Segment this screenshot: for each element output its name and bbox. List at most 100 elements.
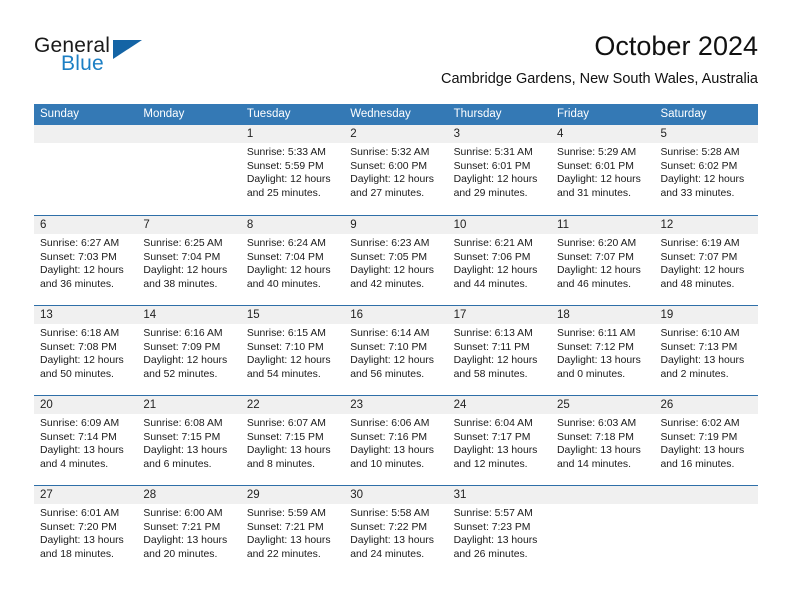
- daylight-line-1: Daylight: 13 hours: [557, 355, 641, 367]
- weekday-header-friday: Friday: [557, 108, 589, 120]
- calendar-day-cell[interactable]: 6 Sunrise: 6:27 AM Sunset: 7:03 PM Daylight…: [34, 216, 138, 305]
- daylight-line-2: and 46 minutes.: [557, 278, 631, 290]
- calendar-day-cell[interactable]: 19 Sunrise: 6:10 AM Sunset: 7:13 PM Dayligh…: [654, 306, 758, 395]
- sunset-line: Sunset: 7:15 PM: [246, 431, 324, 443]
- sunrise-line: Sunrise: 6:10 AM: [660, 328, 740, 339]
- sunrise-line: Sunrise: 6:08 AM: [143, 418, 223, 429]
- daylight-line-1: Daylight: 13 hours: [660, 445, 745, 457]
- calendar-day-cell[interactable]: 24 Sunrise: 6:04 AM Sunset: 7:17 PM Dayligh…: [447, 396, 552, 485]
- calendar-day-cell[interactable]: 17 Sunrise: 6:13 AM Sunset: 7:11 PM Dayligh…: [447, 306, 552, 395]
- calendar-day-cell[interactable]: 21 Sunrise: 6:08 AM Sunset: 7:15 PM Dayligh…: [137, 396, 241, 485]
- day-number: 21: [137, 396, 241, 414]
- calendar-day-cell[interactable]: 20 Sunrise: 6:09 AM Sunset: 7:14 PM Dayligh…: [34, 396, 138, 485]
- daylight-line-2: and 26 minutes.: [453, 548, 528, 560]
- calendar-day-cell[interactable]: 26 Sunrise: 6:02 AM Sunset: 7:19 PM Dayligh…: [654, 396, 758, 485]
- sunrise-line: Sunrise: 5:57 AM: [453, 508, 533, 519]
- sunset-line: Sunset: 7:19 PM: [660, 431, 738, 443]
- calendar-day-cell[interactable]: 10 Sunrise: 6:21 AM Sunset: 7:06 PM Dayligh…: [447, 216, 552, 305]
- day-number: 19: [654, 306, 758, 324]
- weekday-header-monday: Monday: [143, 108, 185, 120]
- daylight-line-2: and 36 minutes.: [40, 278, 114, 290]
- daylight-line-2: and 10 minutes.: [350, 458, 425, 470]
- daylight-line-2: and 6 minutes.: [143, 458, 212, 470]
- daylight-line-1: Daylight: 12 hours: [246, 174, 331, 186]
- calendar-day-cell-empty: [137, 125, 241, 215]
- sunrise-line: Sunrise: 5:59 AM: [246, 508, 326, 519]
- calendar-day-cell[interactable]: 27 Sunrise: 6:01 AM Sunset: 7:20 PM Dayligh…: [34, 486, 138, 575]
- calendar-day-cell[interactable]: 9 Sunrise: 6:23 AM Sunset: 7:05 PM Daylight…: [344, 216, 448, 305]
- calendar-day-cell[interactable]: 2 Sunrise: 5:32 AM Sunset: 6:00 PM Daylight…: [344, 125, 448, 215]
- calendar-day-cell[interactable]: 7 Sunrise: 6:25 AM Sunset: 7:04 PM Daylight…: [137, 216, 241, 305]
- daylight-line-1: Daylight: 13 hours: [143, 535, 228, 547]
- sunrise-line: Sunrise: 6:02 AM: [660, 418, 740, 429]
- daylight-line-1: Daylight: 12 hours: [453, 174, 538, 186]
- day-sun-info: Sunrise: 6:15 AM Sunset: 7:10 PM Daylight:…: [241, 324, 344, 381]
- logo-text-blue: Blue: [61, 52, 104, 75]
- sunrise-line: Sunrise: 6:09 AM: [40, 418, 120, 429]
- calendar-day-cell[interactable]: 3 Sunrise: 5:31 AM Sunset: 6:01 PM Daylight…: [447, 125, 552, 215]
- day-sun-info: Sunrise: 6:16 AM Sunset: 7:09 PM Daylight:…: [137, 324, 240, 381]
- calendar-day-cell[interactable]: 15 Sunrise: 6:15 AM Sunset: 7:10 PM Dayligh…: [240, 306, 345, 395]
- calendar-day-cell[interactable]: 1 Sunrise: 5:33 AM Sunset: 5:59 PM Daylight…: [240, 125, 345, 215]
- sunrise-line: Sunrise: 6:20 AM: [557, 238, 637, 249]
- weekday-header-wednesday: Wednesday: [350, 108, 411, 120]
- general-blue-logo[interactable]: General Blue: [34, 34, 184, 80]
- calendar-week-row: 6 Sunrise: 6:27 AM Sunset: 7:03 PM Daylight…: [34, 215, 758, 305]
- calendar-day-cell[interactable]: 16 Sunrise: 6:14 AM Sunset: 7:10 PM Dayligh…: [344, 306, 448, 395]
- calendar-table: Sunday Monday Tuesday Wednesday Thursday Frid…: [34, 104, 758, 575]
- calendar-day-cell[interactable]: 11 Sunrise: 6:20 AM Sunset: 7:07 PM Dayligh…: [551, 216, 655, 305]
- day-sun-info: Sunrise: 6:02 AM Sunset: 7:19 PM Daylight:…: [654, 414, 757, 471]
- day-sun-info: Sunrise: 5:29 AM Sunset: 6:01 PM Daylight:…: [551, 143, 654, 200]
- weekday-header-saturday: Saturday: [660, 108, 707, 120]
- day-number: 16: [344, 306, 448, 324]
- day-number: 6: [34, 216, 138, 234]
- calendar-day-cell[interactable]: 25 Sunrise: 6:03 AM Sunset: 7:18 PM Dayligh…: [551, 396, 655, 485]
- calendar-day-cell[interactable]: 31 Sunrise: 5:57 AM Sunset: 7:23 PM Dayligh…: [447, 486, 552, 575]
- daylight-line-2: and 33 minutes.: [660, 187, 735, 199]
- daylight-line-1: Daylight: 12 hours: [143, 355, 228, 367]
- calendar-day-cell[interactable]: 8 Sunrise: 6:24 AM Sunset: 7:04 PM Daylight…: [240, 216, 345, 305]
- calendar-day-cell[interactable]: 12 Sunrise: 6:19 AM Sunset: 7:07 PM Dayligh…: [654, 216, 758, 305]
- sunrise-line: Sunrise: 6:11 AM: [557, 328, 636, 339]
- sunrise-line: Sunrise: 6:15 AM: [246, 328, 326, 339]
- daylight-line-1: Daylight: 12 hours: [40, 265, 124, 277]
- day-number: 2: [344, 125, 448, 143]
- daylight-line-2: and 31 minutes.: [557, 187, 631, 199]
- sunset-line: Sunset: 7:03 PM: [40, 251, 117, 263]
- calendar-day-cell[interactable]: 22 Sunrise: 6:07 AM Sunset: 7:15 PM Dayligh…: [240, 396, 345, 485]
- title-block: October 2024 Cambridge Gardens, New Sout…: [441, 30, 758, 89]
- calendar-day-cell[interactable]: 13 Sunrise: 6:18 AM Sunset: 7:08 PM Dayligh…: [34, 306, 138, 395]
- daylight-line-2: and 2 minutes.: [660, 368, 729, 380]
- daylight-line-1: Daylight: 12 hours: [453, 265, 538, 277]
- calendar-page: General Blue October 2024 Cambridge Gard…: [0, 0, 792, 612]
- calendar-week-row: 13 Sunrise: 6:18 AM Sunset: 7:08 PM Dayligh…: [34, 305, 758, 395]
- calendar-day-cell[interactable]: 18 Sunrise: 6:11 AM Sunset: 7:12 PM Dayligh…: [551, 306, 655, 395]
- day-sun-info: Sunrise: 5:32 AM Sunset: 6:00 PM Daylight:…: [344, 143, 447, 200]
- daylight-line-2: and 12 minutes.: [453, 458, 528, 470]
- sunset-line: Sunset: 7:07 PM: [660, 251, 738, 263]
- calendar-day-cell[interactable]: 30 Sunrise: 5:58 AM Sunset: 7:22 PM Dayligh…: [344, 486, 448, 575]
- sunset-line: Sunset: 7:12 PM: [557, 341, 634, 353]
- day-sun-info: Sunrise: 5:28 AM Sunset: 6:02 PM Daylight:…: [654, 143, 757, 200]
- sunset-line: Sunset: 7:23 PM: [453, 521, 531, 533]
- calendar-day-cell[interactable]: 28 Sunrise: 6:00 AM Sunset: 7:21 PM Dayligh…: [137, 486, 241, 575]
- sunset-line: Sunset: 7:04 PM: [246, 251, 324, 263]
- calendar-day-cell[interactable]: 5 Sunrise: 5:28 AM Sunset: 6:02 PM Daylight…: [654, 125, 758, 215]
- day-sun-info: Sunrise: 6:00 AM Sunset: 7:21 PM Daylight:…: [137, 504, 240, 561]
- day-number: [654, 486, 758, 504]
- daylight-line-1: Daylight: 13 hours: [660, 355, 745, 367]
- day-number: [551, 486, 655, 504]
- weekday-header-sunday: Sunday: [40, 108, 80, 120]
- daylight-line-2: and 20 minutes.: [143, 548, 218, 560]
- sunset-line: Sunset: 7:05 PM: [350, 251, 428, 263]
- location-subtitle: Cambridge Gardens, New South Wales, Aust…: [441, 71, 758, 87]
- day-number: 7: [137, 216, 241, 234]
- calendar-day-cell[interactable]: 14 Sunrise: 6:16 AM Sunset: 7:09 PM Dayligh…: [137, 306, 241, 395]
- daylight-line-2: and 50 minutes.: [40, 368, 114, 380]
- sunrise-line: Sunrise: 6:24 AM: [246, 238, 326, 249]
- calendar-day-cell[interactable]: 23 Sunrise: 6:06 AM Sunset: 7:16 PM Dayligh…: [344, 396, 448, 485]
- calendar-day-cell[interactable]: 4 Sunrise: 5:29 AM Sunset: 6:01 PM Daylight…: [551, 125, 655, 215]
- day-number: 11: [551, 216, 655, 234]
- calendar-day-cell[interactable]: 29 Sunrise: 5:59 AM Sunset: 7:21 PM Dayligh…: [240, 486, 345, 575]
- day-sun-info: Sunrise: 5:57 AM Sunset: 7:23 PM Daylight:…: [448, 504, 551, 561]
